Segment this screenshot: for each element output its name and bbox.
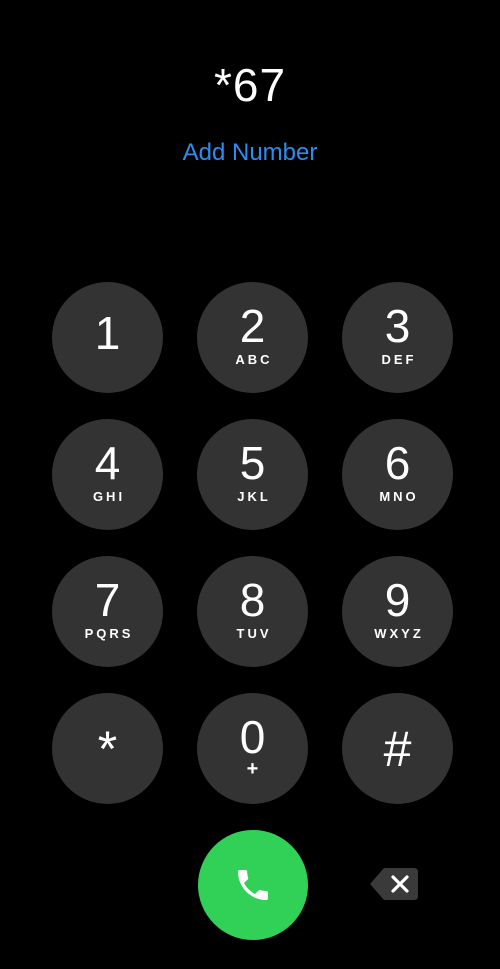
key-digit: 7 — [94, 573, 121, 626]
key-digit: 5 — [239, 436, 266, 489]
key-pound[interactable]: # — [342, 693, 453, 804]
key-2[interactable]: 2 ABC — [197, 282, 308, 393]
key-digit: 1 — [94, 306, 121, 359]
key-letters: MNO — [379, 488, 419, 504]
keypad: 1 2 ABC 3 DEF 4 GHI 5 JKL 6 MNO 7 PQRS 8… — [52, 282, 454, 804]
phone-icon — [238, 870, 268, 900]
backspace-icon — [370, 868, 418, 900]
key-4[interactable]: 4 GHI — [52, 419, 163, 530]
key-letters: + — [246, 757, 259, 780]
key-letters: GHI — [92, 488, 126, 504]
key-digit: 9 — [384, 573, 411, 626]
key-letters: TUV — [236, 625, 272, 641]
dialed-number-display: *67 — [213, 59, 287, 111]
key-1[interactable]: 1 — [52, 282, 163, 393]
key-8[interactable]: 8 TUV — [197, 556, 308, 667]
key-digit: 0 — [239, 710, 266, 763]
key-5[interactable]: 5 JKL — [197, 419, 308, 530]
call-button[interactable] — [198, 830, 308, 940]
key-digit: # — [383, 720, 412, 777]
key-letters: PQRS — [84, 625, 134, 641]
key-letters: ABC — [235, 351, 273, 367]
add-number-link[interactable]: Add Number — [0, 136, 500, 170]
key-letters: JKL — [237, 488, 271, 504]
key-digit: 8 — [239, 573, 266, 626]
key-6[interactable]: 6 MNO — [342, 419, 453, 530]
key-digit: 6 — [384, 436, 411, 489]
key-digit: * — [97, 720, 118, 777]
key-7[interactable]: 7 PQRS — [52, 556, 163, 667]
key-star[interactable]: * — [52, 693, 163, 804]
key-9[interactable]: 9 WXYZ — [342, 556, 453, 667]
key-letters: DEF — [381, 351, 417, 367]
key-digit: 2 — [239, 299, 266, 352]
key-3[interactable]: 3 DEF — [342, 282, 453, 393]
key-digit: 4 — [94, 436, 121, 489]
key-digit: 3 — [384, 299, 411, 352]
key-0[interactable]: 0 + — [197, 693, 308, 804]
key-letters: WXYZ — [374, 625, 424, 641]
delete-button[interactable] — [368, 866, 420, 902]
